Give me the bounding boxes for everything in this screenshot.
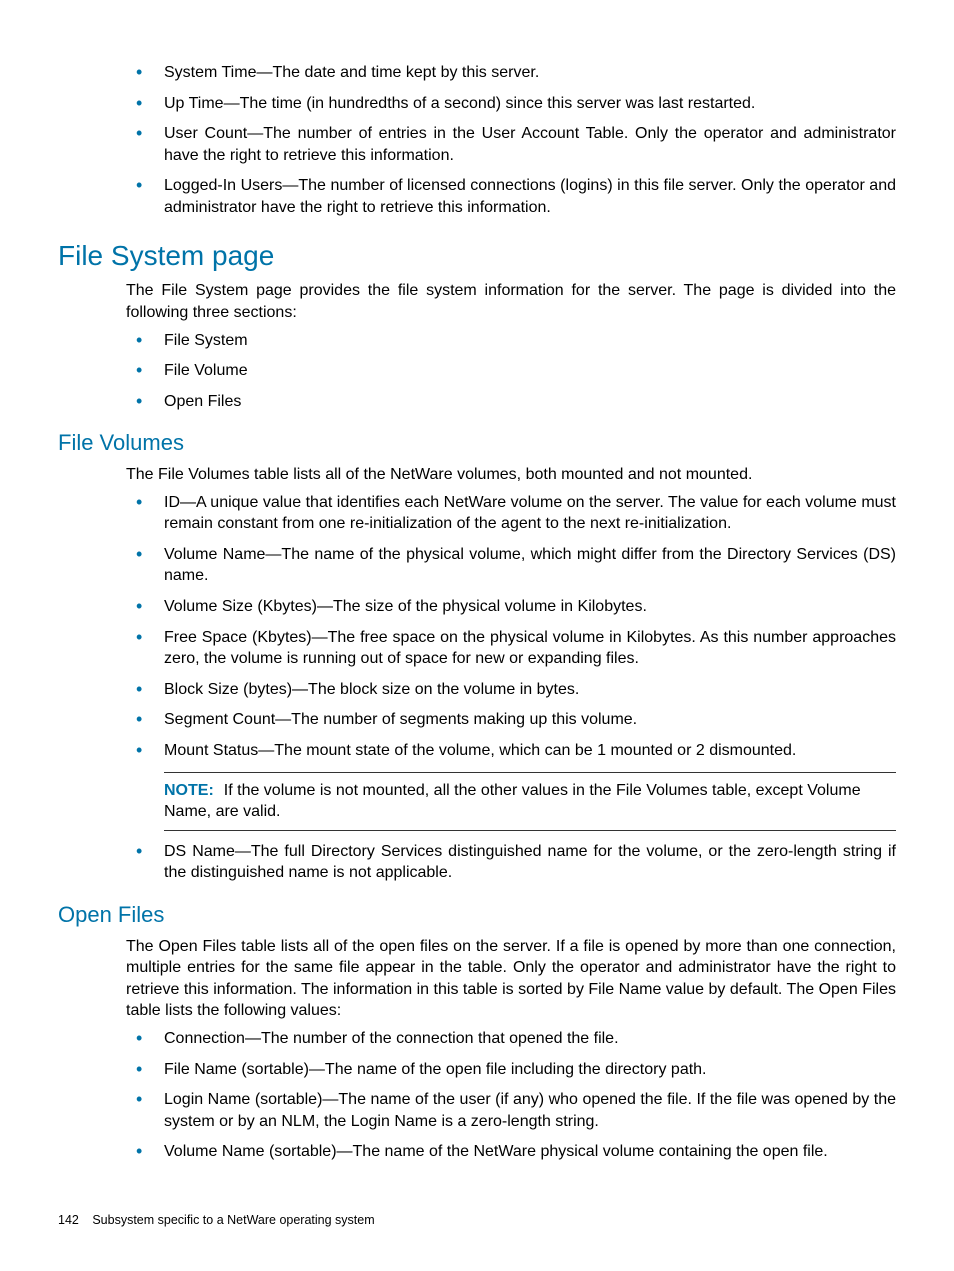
- list-item: File Volume: [126, 360, 896, 382]
- open-files-list: Connection—The number of the connection …: [126, 1028, 896, 1163]
- list-item: Logged-In Users—The number of licensed c…: [126, 175, 896, 218]
- heading-open-files: Open Files: [58, 900, 896, 930]
- page-footer: 142 Subsystem specific to a NetWare oper…: [58, 1212, 375, 1229]
- list-item: Mount Status—The mount state of the volu…: [126, 740, 896, 762]
- note-label: NOTE:: [164, 782, 214, 799]
- file-volumes-list: ID—A unique value that identifies each N…: [126, 492, 896, 762]
- list-item: System Time—The date and time kept by th…: [126, 62, 896, 84]
- list-item: Volume Name (sortable)—The name of the N…: [126, 1141, 896, 1163]
- page-number: 142: [58, 1213, 79, 1227]
- note-box: NOTE:If the volume is not mounted, all t…: [164, 772, 896, 831]
- list-item: Login Name (sortable)—The name of the us…: [126, 1089, 896, 1132]
- content-area: System Time—The date and time kept by th…: [58, 62, 896, 1163]
- list-item: Open Files: [126, 391, 896, 413]
- list-item: Volume Size (Kbytes)—The size of the phy…: [126, 596, 896, 618]
- list-item: Connection—The number of the connection …: [126, 1028, 896, 1050]
- list-item: File System: [126, 330, 896, 352]
- footer-section-title: Subsystem specific to a NetWare operatin…: [92, 1213, 374, 1227]
- heading-file-volumes: File Volumes: [58, 428, 896, 458]
- paragraph: The Open Files table lists all of the op…: [126, 936, 896, 1022]
- list-item: Volume Name—The name of the physical vol…: [126, 544, 896, 587]
- file-system-sections-list: File System File Volume Open Files: [126, 330, 896, 413]
- heading-file-system-page: File System page: [58, 237, 896, 275]
- file-volumes-list-2: DS Name—The full Directory Services dist…: [126, 841, 896, 884]
- paragraph: The File Volumes table lists all of the …: [126, 464, 896, 486]
- list-item: Segment Count—The number of segments mak…: [126, 709, 896, 731]
- list-item: Up Time—The time (in hundredths of a sec…: [126, 93, 896, 115]
- list-item: DS Name—The full Directory Services dist…: [126, 841, 896, 884]
- list-item: File Name (sortable)—The name of the ope…: [126, 1059, 896, 1081]
- page-container: System Time—The date and time kept by th…: [0, 0, 954, 1163]
- list-item: Free Space (Kbytes)—The free space on th…: [126, 627, 896, 670]
- list-item: Block Size (bytes)—The block size on the…: [126, 679, 896, 701]
- top-bullet-list: System Time—The date and time kept by th…: [126, 62, 896, 219]
- paragraph: The File System page provides the file s…: [126, 280, 896, 323]
- list-item: ID—A unique value that identifies each N…: [126, 492, 896, 535]
- list-item: User Count—The number of entries in the …: [126, 123, 896, 166]
- note-text: If the volume is not mounted, all the ot…: [164, 782, 861, 821]
